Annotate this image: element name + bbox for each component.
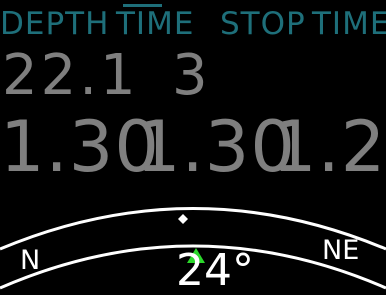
heading-value: 24° [176,245,254,295]
primary-values-row: 22.1 3 [0,45,386,107]
time-label-wrap: TIME [116,4,194,44]
stop-time-label: TIME [312,6,386,42]
gas-values-row: 1.30 1.30 1.29 [0,107,386,187]
diamond-marker-icon [178,214,188,224]
dive-computer-screen: DEPTH TIME STOP TIME 22.1 3 1.30 1.30 1.… [0,0,386,295]
depth-value: 22.1 [2,43,139,108]
time-value: 3 [172,43,208,108]
compass-tape: N NE 24° [0,190,386,295]
header-row: DEPTH TIME STOP TIME [0,4,386,44]
gas-value-3: 1.29 [272,106,386,188]
depth-label: DEPTH [0,6,110,42]
time-label: TIME [116,6,195,42]
cardinal-left: N [20,245,41,276]
cardinal-right: NE [322,235,360,266]
time-underline [123,4,162,7]
stop-label: STOP [220,6,306,42]
